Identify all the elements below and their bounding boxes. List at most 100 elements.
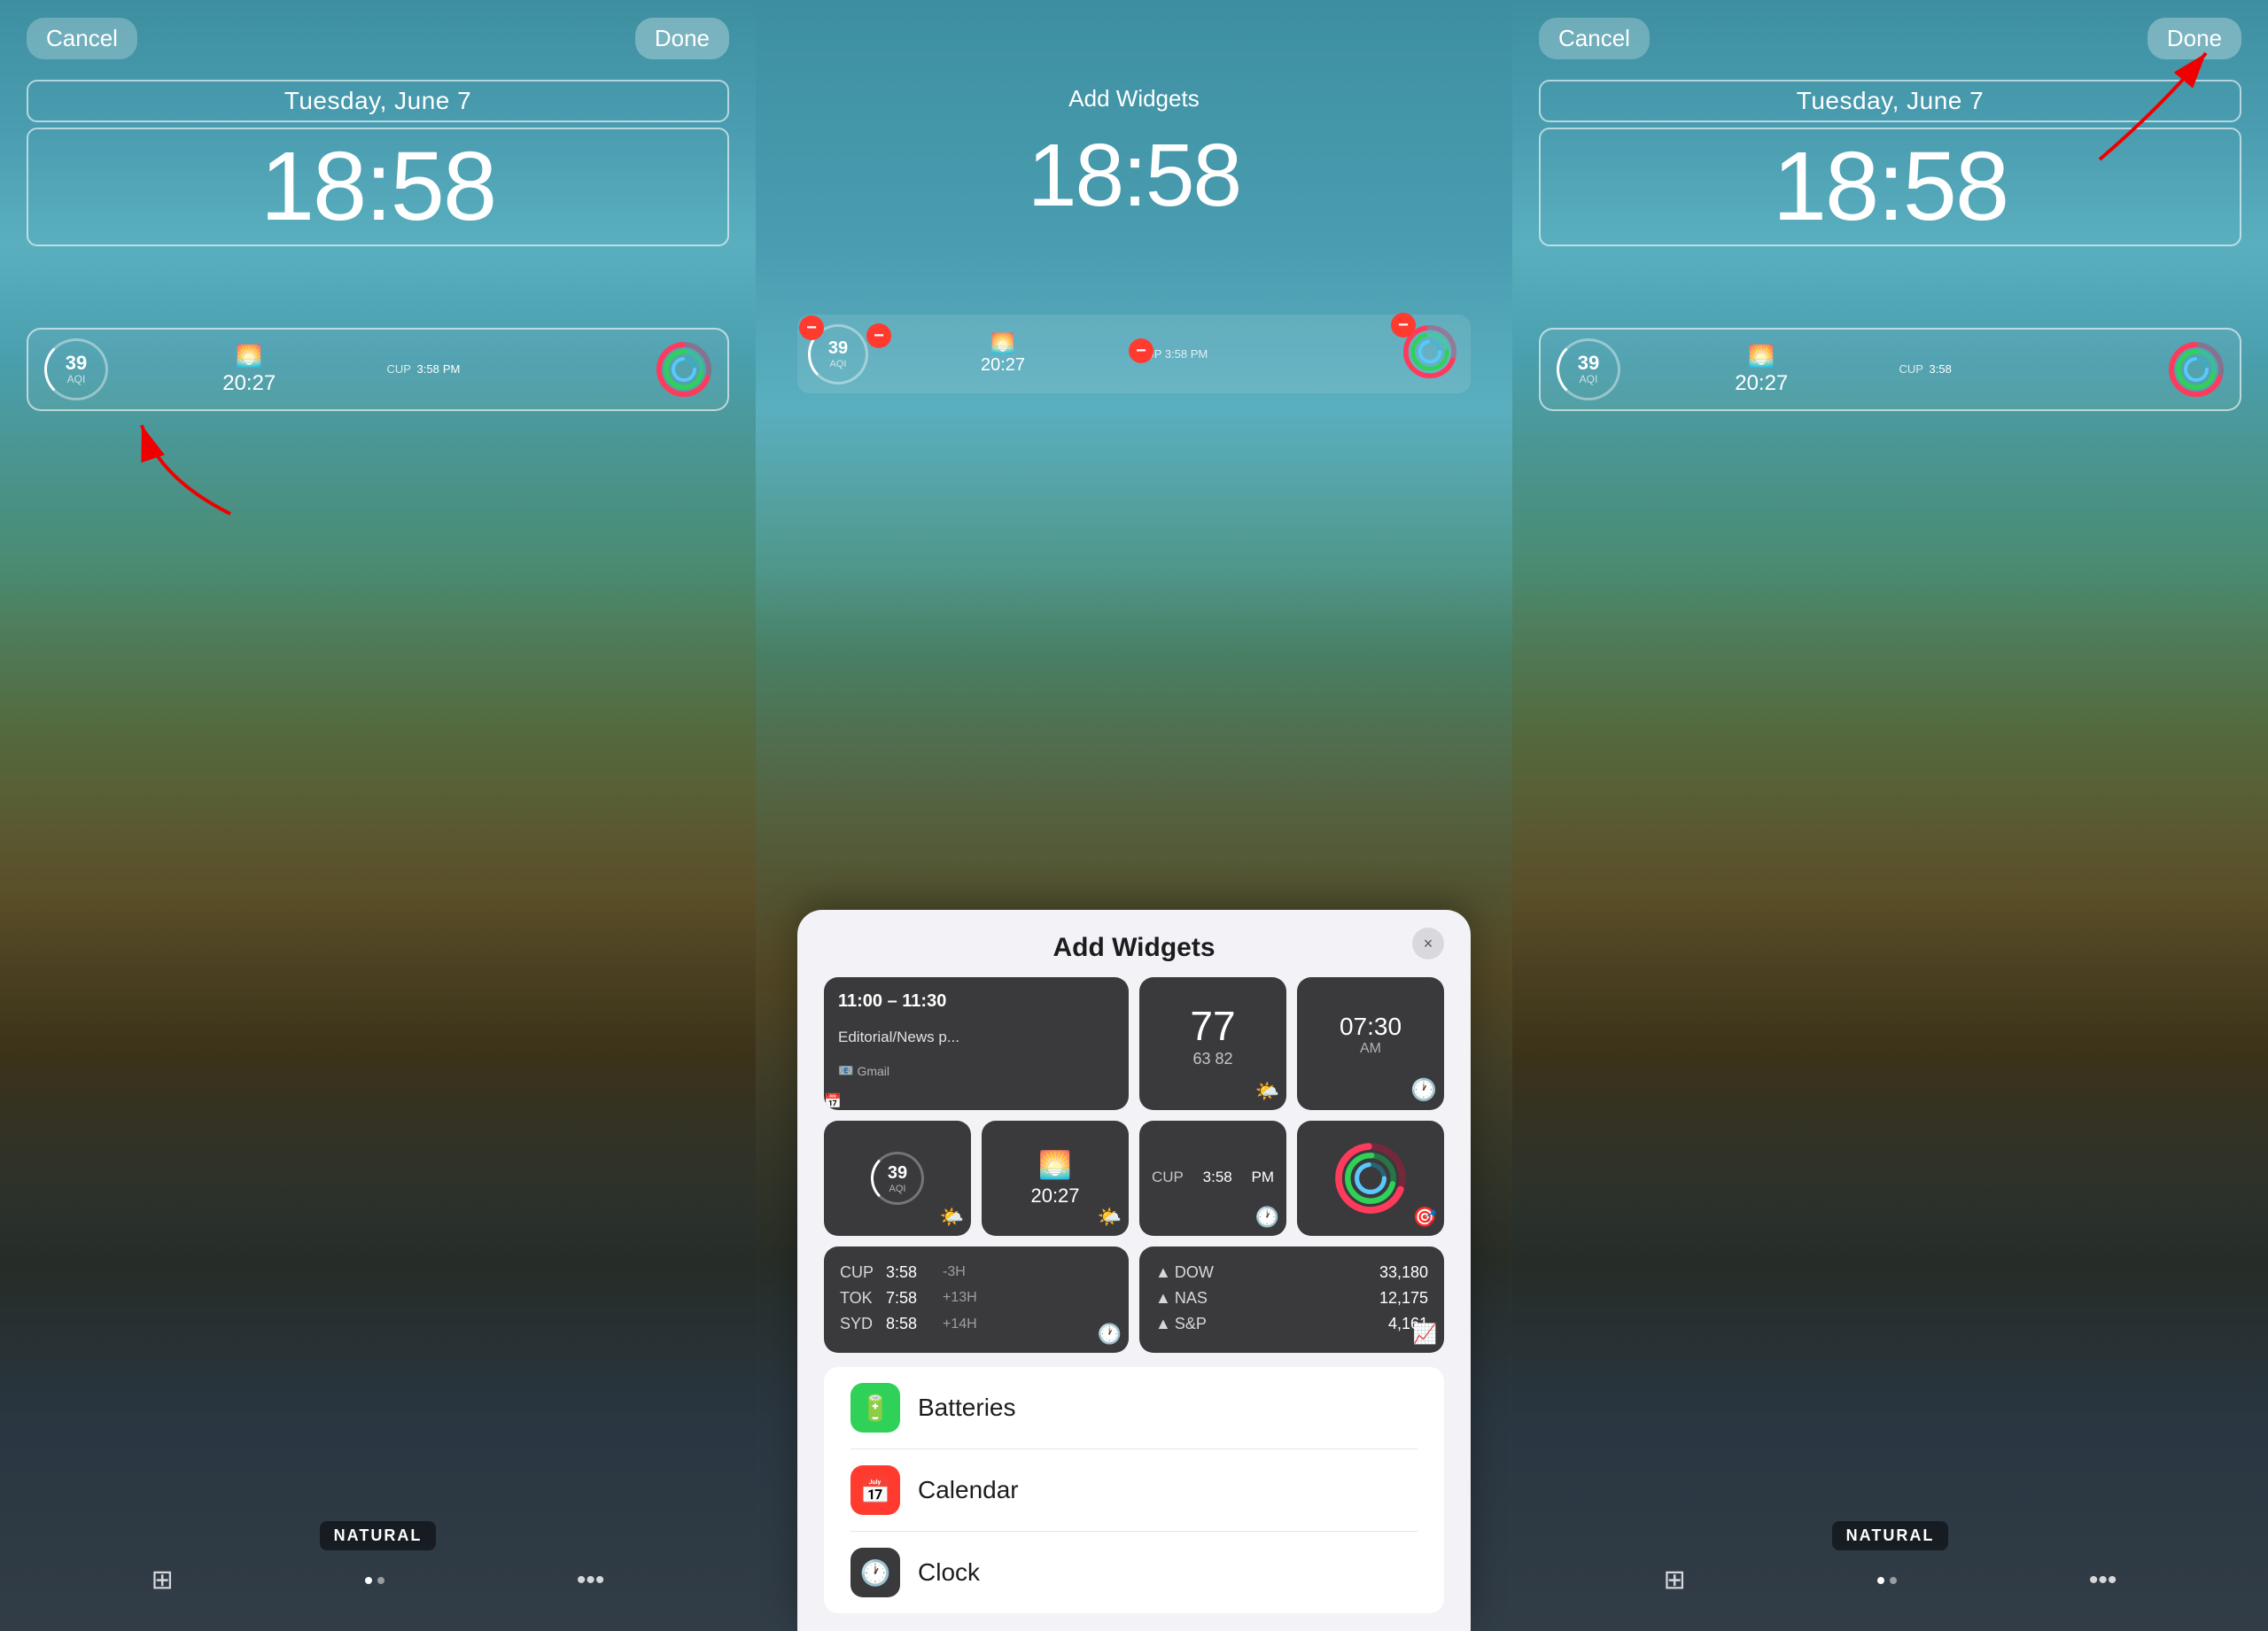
right-dot-2: [1890, 1577, 1897, 1584]
left-aqi-widget[interactable]: 39 AQI: [41, 338, 112, 400]
calendar-widget-content: 11:00 – 11:30 Editorial/News p... 📧 Gmai…: [824, 977, 1129, 1092]
left-top-bar: Cancel Done: [0, 18, 756, 59]
dow-val: 33,180: [1379, 1263, 1428, 1282]
left-clock-time: 20:27: [222, 371, 276, 396]
wt-lg-tok-offset: +13H: [943, 1290, 977, 1306]
middle-panel: Add Widgets 18:58 − 39 AQI − 🌅 20:27 − C…: [756, 0, 1512, 1631]
left-date-label: Tuesday, June 7: [284, 87, 471, 114]
sun-icon: 🌅: [1038, 1150, 1071, 1181]
middle-worldtime-minus[interactable]: −: [1129, 338, 1153, 363]
clock-am-label: AM: [1360, 1041, 1381, 1057]
middle-aqi-container: − 39 AQI: [808, 324, 868, 384]
left-date-time: Tuesday, June 7 18:58: [27, 80, 729, 252]
left-cup-city: CUP: [387, 361, 414, 378]
left-dot-2: [377, 1577, 384, 1584]
middle-sunrise-icon: 🌅: [990, 332, 1014, 355]
wt-lg-cup-time: 3:58: [886, 1263, 936, 1282]
clock-am-widget[interactable]: 07:30 AM 🕐: [1297, 977, 1444, 1110]
left-done-button[interactable]: Done: [635, 18, 729, 59]
right-more-icon[interactable]: •••: [2089, 1565, 2117, 1596]
left-page-dots: [365, 1577, 384, 1584]
right-sunrise-icon: 🌅: [1748, 344, 1775, 369]
right-dot-1: [1877, 1577, 1884, 1584]
right-bottom-bar: NATURAL ⊞ •••: [1512, 1521, 2268, 1596]
batteries-app-icon: 🔋: [850, 1383, 900, 1433]
worldtime-large-widget[interactable]: CUP 3:58 -3H TOK 7:58 +13H SYD 8:58 +14H…: [824, 1247, 1129, 1353]
left-date-box: Tuesday, June 7: [27, 80, 729, 122]
calendar-event-time: 11:00 – 11:30: [838, 991, 1115, 1012]
middle-sunrise-container: − 🌅 20:27: [875, 332, 1130, 376]
modal-close-button[interactable]: ×: [1412, 928, 1444, 959]
widget-grid-row3: CUP 3:58 -3H TOK 7:58 +13H SYD 8:58 +14H…: [797, 1247, 1471, 1353]
activity-widget[interactable]: 🎯: [1297, 1121, 1444, 1236]
stocks-widget[interactable]: ▲ DOW 33,180 ▲ NAS 12,175 ▲ S&P 4,161 📈: [1139, 1247, 1444, 1353]
dow-arrow-icon: ▲: [1155, 1263, 1171, 1282]
clock-am-content: 07:30 AM: [1297, 977, 1444, 1092]
left-worldtime-widget[interactable]: CUP 3:58 PM: [387, 361, 645, 378]
wt-lg-cup-offset: -3H: [943, 1264, 966, 1280]
calendar-app-item[interactable]: 📅 Calendar: [850, 1449, 1418, 1532]
calendar-widget[interactable]: 11:00 – 11:30 Editorial/News p... 📧 Gmai…: [824, 977, 1129, 1110]
left-bottom-bar: NATURAL ⊞ •••: [0, 1521, 756, 1596]
right-page-dots: [1877, 1577, 1897, 1584]
left-gallery-icon[interactable]: ⊞: [151, 1565, 174, 1596]
sunrise-badge: 🌤️: [1098, 1206, 1122, 1229]
middle-aqi-minus[interactable]: −: [799, 315, 824, 340]
clock-badge-icon: 🕐: [1410, 1077, 1437, 1103]
left-cup-period: PM: [443, 361, 461, 378]
middle-date-bg: Add Widgets: [1068, 85, 1199, 112]
right-cup-city: CUP: [1899, 361, 1926, 378]
sunrise-icon: 🌅: [236, 344, 262, 369]
left-more-icon[interactable]: •••: [577, 1565, 605, 1596]
right-clock-widget[interactable]: 🌅 20:27: [1633, 344, 1891, 396]
stocks-badge: 📈: [1413, 1323, 1437, 1346]
sp-name: ▲ S&P: [1155, 1315, 1207, 1333]
middle-cup-line: CUP 3:58 PM: [1138, 347, 1393, 361]
right-worldtime-widget[interactable]: CUP 3:58: [1899, 361, 2157, 378]
right-gallery-icon[interactable]: ⊞: [1664, 1565, 1686, 1596]
activity-rings-svg: [653, 338, 715, 400]
clock-app-item[interactable]: 🕐 Clock: [850, 1532, 1418, 1613]
left-trees: [0, 571, 756, 1631]
activity-badge: 🎯: [1413, 1206, 1437, 1229]
wt-cup-period: PM: [1252, 1169, 1275, 1186]
left-rings-widget[interactable]: [653, 338, 715, 400]
weather-widget-content: 77 63 82: [1139, 977, 1286, 1092]
left-cancel-button[interactable]: Cancel: [27, 18, 137, 59]
wt-lg-tok-city: TOK: [840, 1289, 879, 1308]
worldtime-lg-badge: 🕐: [1098, 1323, 1122, 1346]
sp-arrow-icon: ▲: [1155, 1315, 1171, 1333]
middle-sunrise-minus[interactable]: −: [866, 323, 891, 348]
add-widgets-modal: Add Widgets × 11:00 – 11:30 Editorial/Ne…: [797, 910, 1471, 1631]
right-cancel-button[interactable]: Cancel: [1539, 18, 1650, 59]
right-aqi-value: 39: [1578, 353, 1599, 373]
middle-rings-minus[interactable]: −: [1391, 313, 1416, 338]
middle-aqi-lbl: AQI: [830, 359, 847, 369]
worldtime-small-widget[interactable]: CUP 3:58 PM 🕐: [1139, 1121, 1286, 1236]
app-list: 🔋 Batteries 📅 Calendar 🕐 Clock: [824, 1367, 1444, 1613]
activity-rings-modal: [1331, 1138, 1410, 1218]
right-time-label: 18:58: [1773, 132, 2008, 241]
aqi-small-widget[interactable]: 39 AQI 🌤️: [824, 1121, 971, 1236]
calendar-badge-icon: 📅: [824, 1094, 842, 1109]
middle-sunrise-time: 20:27: [981, 355, 1025, 376]
modal-title: Add Widgets: [1052, 933, 1215, 963]
aqi-small-badge: 🌤️: [940, 1206, 964, 1229]
sunrise-widget[interactable]: 🌅 20:27 🌤️: [982, 1121, 1129, 1236]
wt-lg-cup-row: CUP 3:58 -3H: [840, 1263, 1113, 1282]
middle-rings-container: −: [1400, 322, 1460, 386]
batteries-app-item[interactable]: 🔋 Batteries: [850, 1367, 1418, 1449]
right-done-button[interactable]: Done: [2148, 18, 2241, 59]
weather-widget[interactable]: 77 63 82 🌤️: [1139, 977, 1286, 1110]
left-clock-widget[interactable]: 🌅 20:27: [120, 344, 378, 396]
middle-worldtime-container: − CUP 3:58 PM: [1138, 347, 1393, 361]
right-cup-time: 3:58: [1930, 361, 1952, 378]
right-aqi-widget[interactable]: 39 AQI: [1553, 338, 1624, 400]
weather-temp: 77: [1190, 1002, 1235, 1050]
right-time-box: 18:58: [1539, 128, 2241, 246]
right-rings-widget[interactable]: [2165, 338, 2227, 400]
wt-lg-syd-row: SYD 8:58 +14H: [840, 1315, 1113, 1333]
right-cup-line: CUP 3:58: [1899, 361, 2157, 378]
worldtime-small-badge: 🕐: [1255, 1206, 1279, 1229]
middle-date-time-bg: Add Widgets 18:58: [797, 80, 1471, 234]
